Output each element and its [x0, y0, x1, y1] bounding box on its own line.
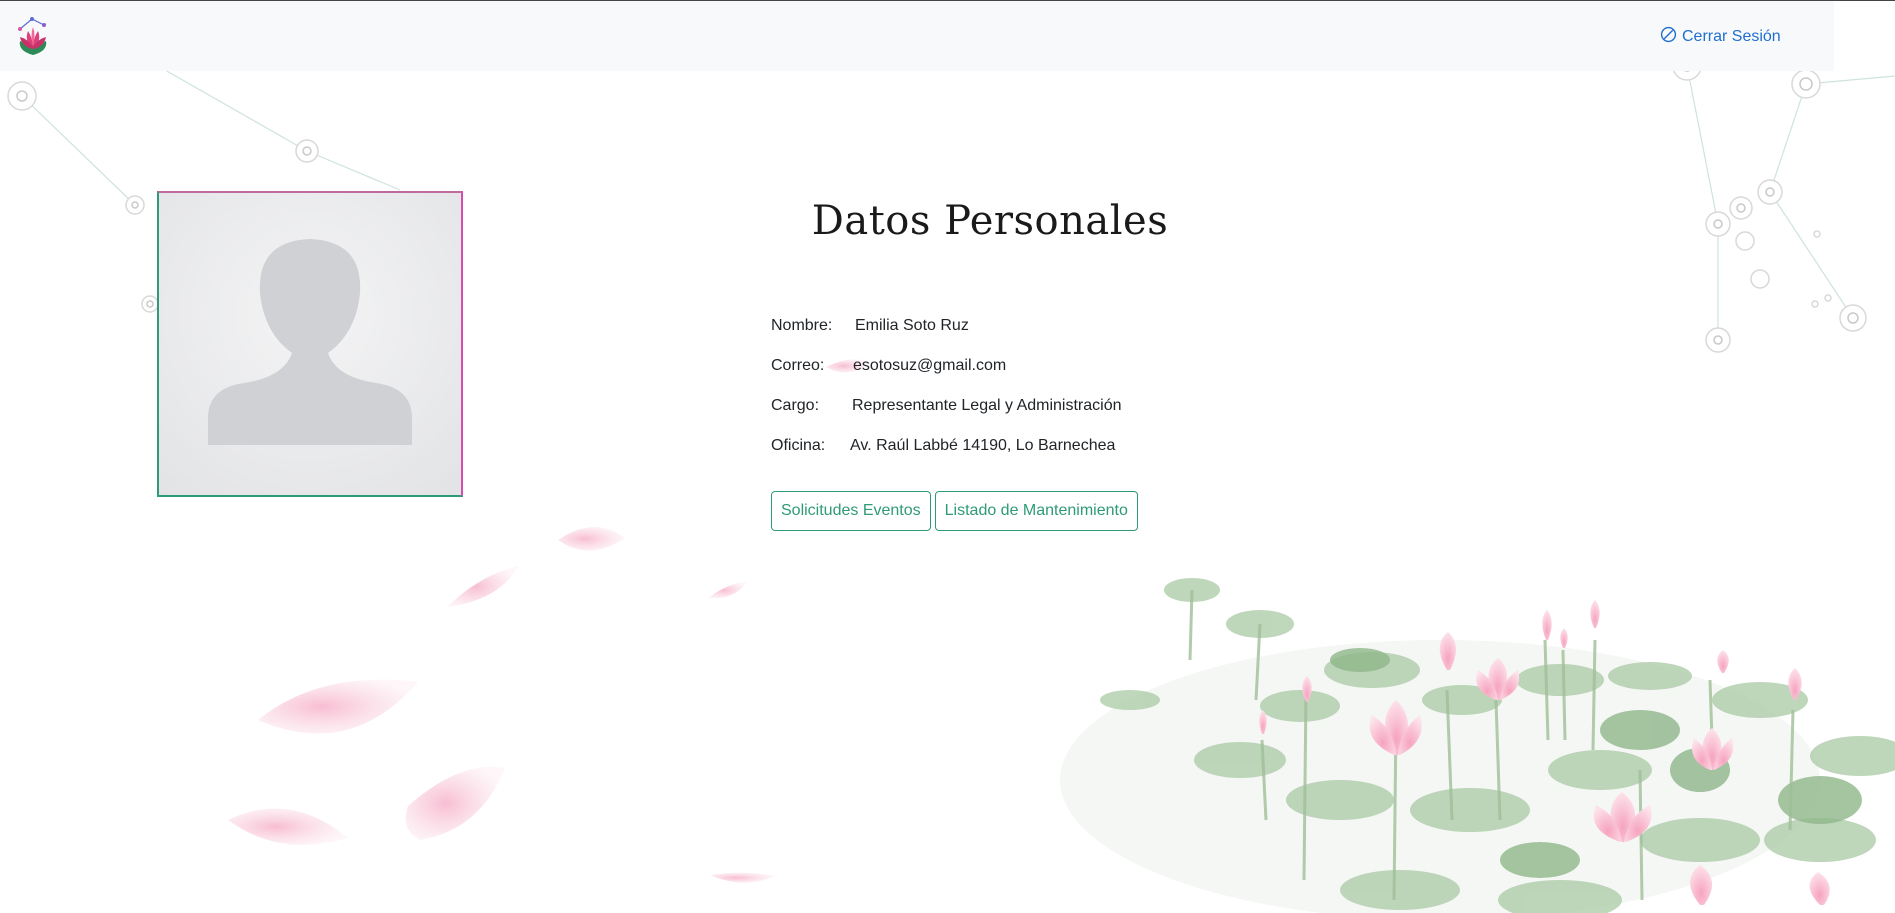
logout-label: Cerrar Sesión — [1682, 28, 1781, 45]
network-right — [1686, 65, 1895, 340]
lotus-pond — [1060, 578, 1895, 913]
listado-mantenimiento-button[interactable]: Listado de Mantenimiento — [934, 491, 1138, 531]
info-row-oficina: Oficina: Av. Raúl Labbé 14190, Lo Barnec… — [771, 426, 1122, 466]
info-value-nombre: Emilia Soto Ruz — [855, 317, 969, 334]
circle-slash-icon — [1660, 26, 1677, 48]
network-left — [21, 69, 401, 206]
info-label: Nombre: — [771, 317, 833, 334]
page-title: Datos Personales — [811, 198, 1169, 244]
solicitudes-eventos-button[interactable]: Solicitudes Eventos — [771, 491, 931, 531]
info-row-correo: Correo: esotosuz@gmail.com — [771, 346, 1122, 386]
navbar: Cerrar Sesión — [0, 1, 1834, 71]
info-row-nombre: Nombre: Emilia Soto Ruz — [771, 306, 1122, 346]
action-buttons: Solicitudes Eventos Listado de Mantenimi… — [771, 491, 1138, 531]
info-value-correo: esotosuz@gmail.com — [853, 357, 1007, 374]
info-label: Oficina: — [771, 437, 826, 454]
info-value-cargo: Representante Legal y Administración — [852, 397, 1122, 414]
info-label: Correo: — [771, 357, 825, 374]
profile-avatar — [157, 191, 463, 497]
info-label: Cargo: — [771, 397, 820, 414]
personal-info: Nombre: Emilia Soto Ruz Correo: esotosuz… — [771, 306, 1122, 466]
lotus-logo-icon[interactable] — [14, 15, 52, 57]
info-value-oficina: Av. Raúl Labbé 14190, Lo Barnechea — [850, 437, 1116, 454]
user-silhouette-icon — [208, 239, 412, 445]
info-row-cargo: Cargo: Representante Legal y Administrac… — [771, 386, 1122, 426]
logout-button[interactable]: Cerrar Sesión — [1660, 25, 1781, 49]
